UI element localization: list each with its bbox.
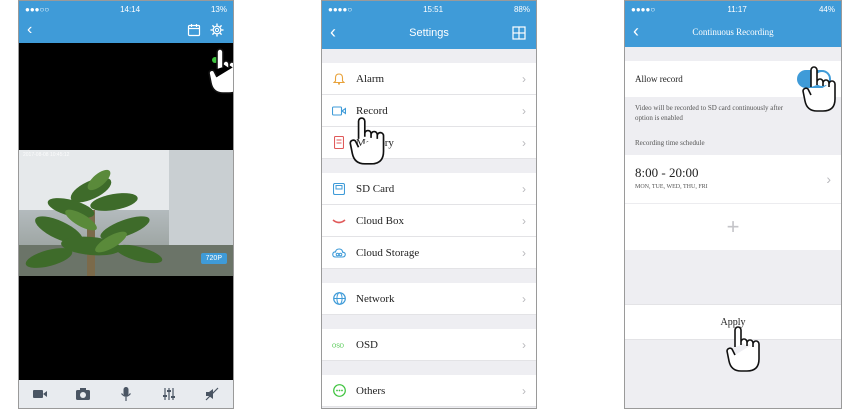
quality-badge[interactable]: 720P <box>200 253 227 264</box>
mute-icon[interactable] <box>202 384 222 404</box>
settings-row-label: SD Card <box>356 182 395 195</box>
record-icon <box>332 104 346 118</box>
status-bar: ●●●●○ 11:17 44% <box>625 1 841 17</box>
chevron-right-icon: › <box>522 71 526 86</box>
settings-row-label: Network <box>356 292 395 305</box>
status-time: 11:17 <box>727 4 747 14</box>
cloud-box-icon <box>332 214 346 228</box>
video-timestamp: 2017-08-08 10:45:12 <box>23 152 70 158</box>
schedule-row[interactable]: 8:00 - 20:00 MON, TUE, WED, THU, FRI › <box>625 155 841 204</box>
record-note: Video will be recorded to SD card contin… <box>635 104 784 123</box>
settings-row-label: Cloud Storage <box>356 246 420 259</box>
chevron-right-icon: › <box>522 291 526 306</box>
status-bar: ●●●○○ 14:14 13% <box>19 1 233 17</box>
chevron-right-icon: › <box>522 337 526 352</box>
snapshot-icon[interactable] <box>73 384 93 404</box>
battery-level: 44% <box>818 4 835 14</box>
nav-bar: ‹ Continuous Recording <box>625 17 841 47</box>
chevron-right-icon: › <box>522 103 526 118</box>
memory-icon <box>332 136 346 150</box>
status-bar: ●●●●○ 15:51 88% <box>322 1 536 17</box>
osd-icon: OSD <box>332 338 346 352</box>
add-schedule-row[interactable]: + <box>625 203 841 251</box>
back-icon[interactable]: ‹ <box>330 23 336 41</box>
nav-bar: ‹ Settings <box>322 17 536 49</box>
equalizer-icon[interactable] <box>159 384 179 404</box>
carrier-signal: ●●●●○ <box>328 4 353 14</box>
live-view-phone: ●●●○○ 14:14 13% ‹ 2017-08-08 10:45:12 72… <box>18 0 234 409</box>
sd-card-icon <box>332 182 346 196</box>
settings-row-label: OSD <box>356 338 379 351</box>
playback-icon[interactable] <box>187 23 201 42</box>
settings-list: Alarm›Record›Memory›SD Card›Cloud Box›Cl… <box>322 49 536 407</box>
pointer-hand-icon <box>802 66 836 112</box>
chevron-right-icon: › <box>522 135 526 150</box>
page-title: Settings <box>409 27 449 39</box>
others-icon <box>332 384 346 398</box>
live-view-toolbar <box>19 380 233 408</box>
settings-row-label: Cloud Box <box>356 214 404 227</box>
settings-row-others[interactable]: Others › <box>322 375 536 407</box>
page-title: Continuous Recording <box>692 27 774 37</box>
chevron-right-icon: › <box>522 213 526 228</box>
back-icon[interactable]: ‹ <box>27 22 32 38</box>
settings-row-label: Record <box>356 104 388 117</box>
svg-text:OSD: OSD <box>332 343 344 349</box>
settings-row-network[interactable]: Network › <box>322 283 536 315</box>
chevron-right-icon: › <box>522 383 526 398</box>
carrier-signal: ●●●○○ <box>25 4 50 14</box>
settings-row-label: Alarm <box>356 72 385 85</box>
camera-icon[interactable] <box>30 384 50 404</box>
schedule-time: 8:00 - 20:00 <box>635 165 699 181</box>
settings-phone: ●●●●○ 15:51 88% ‹ Settings Alarm › Record ›… <box>321 0 537 409</box>
pointer-hand-icon <box>349 117 385 165</box>
status-time: 15:51 <box>423 4 444 14</box>
battery-level: 13% <box>210 4 227 14</box>
grid-icon[interactable] <box>512 26 526 45</box>
settings-row-cloud-box[interactable]: Cloud Box › <box>322 205 536 237</box>
status-time: 14:14 <box>120 4 141 14</box>
schedule-section-label: Recording time schedule <box>635 139 705 148</box>
microphone-icon[interactable] <box>116 384 136 404</box>
battery-level: 88% <box>513 4 530 14</box>
chevron-right-icon: › <box>522 181 526 196</box>
chevron-right-icon: › <box>522 245 526 260</box>
schedule-days: MON, TUE, WED, THU, FRI <box>635 184 708 191</box>
settings-row-osd[interactable]: OSD OSD › <box>322 329 536 361</box>
settings-row-sd-card[interactable]: SD Card › <box>322 173 536 205</box>
chevron-right-icon: › <box>826 171 831 188</box>
continuous-recording-phone: ●●●●○ 11:17 44% ‹ Continuous Recording A… <box>624 0 842 409</box>
camera-video-feed[interactable]: 2017-08-08 10:45:12 720P <box>19 150 233 276</box>
carrier-signal: ●●●●○ <box>631 4 656 14</box>
gear-icon[interactable] <box>210 23 224 42</box>
plus-icon[interactable]: + <box>727 214 740 240</box>
nav-bar: ‹ <box>19 17 233 43</box>
settings-row-cloud-storage[interactable]: Cloud Storage › <box>322 237 536 269</box>
allow-record-label: Allow record <box>635 74 683 84</box>
settings-row-alarm[interactable]: Alarm › <box>322 63 536 95</box>
pointer-hand-icon <box>726 326 760 372</box>
pointer-hand-icon <box>208 48 233 94</box>
globe-icon <box>332 292 346 306</box>
settings-row-label: Others <box>356 384 386 397</box>
cloud-storage-icon <box>332 246 346 260</box>
back-icon[interactable]: ‹ <box>633 22 639 40</box>
bell-icon <box>332 72 346 86</box>
